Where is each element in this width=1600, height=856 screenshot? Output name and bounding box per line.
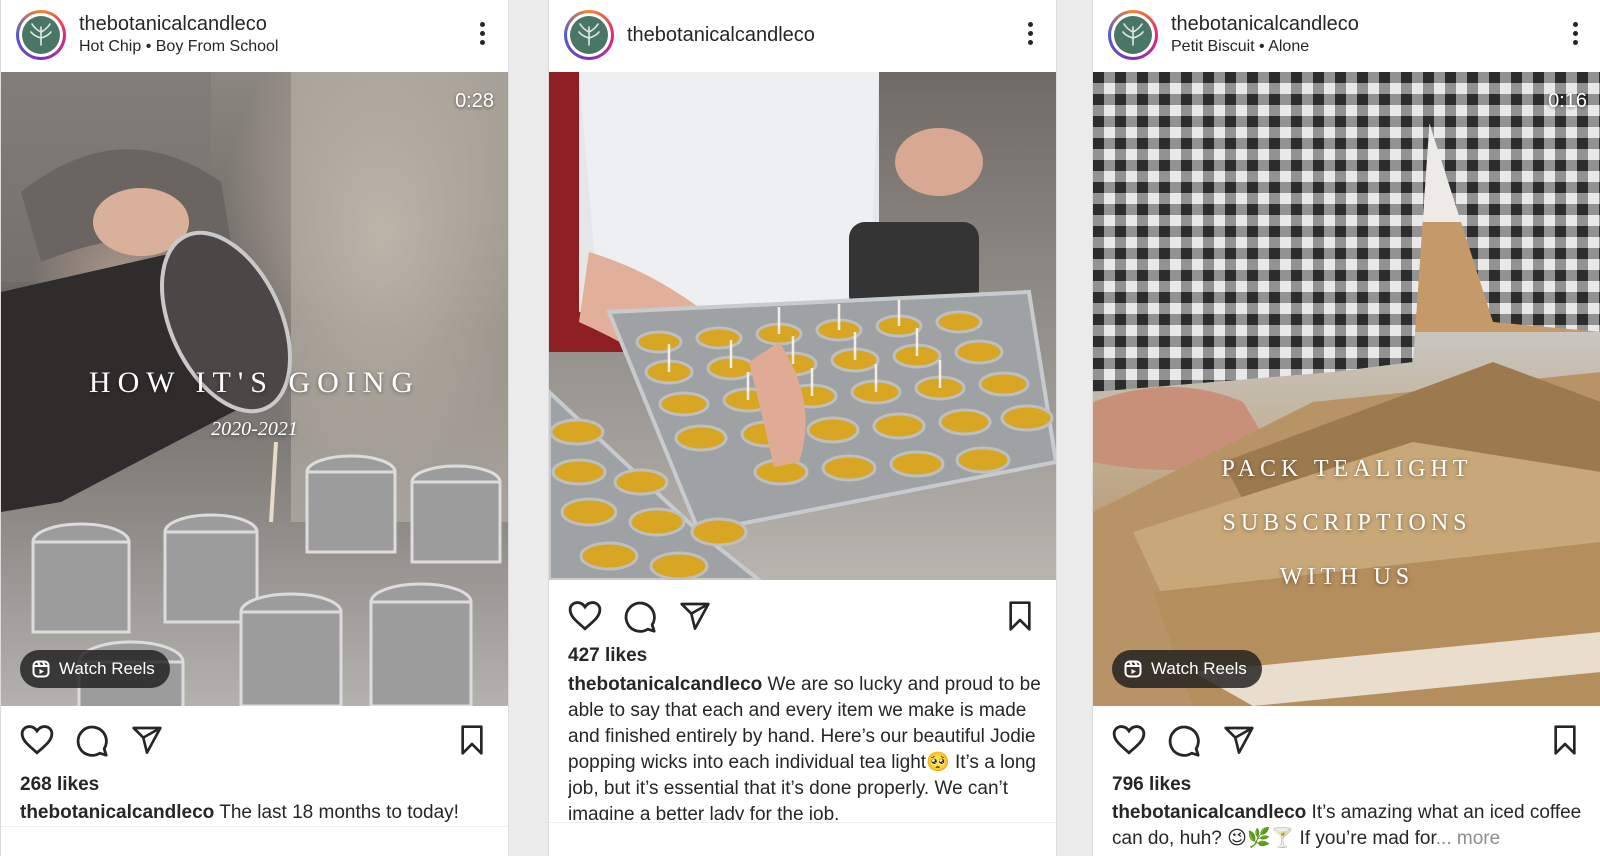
audio-track[interactable]: Hot Chip • Boy From School bbox=[79, 38, 278, 56]
watch-reels-button[interactable]: Watch Reels bbox=[20, 650, 170, 688]
caption-text: We are so lucky and proud to be able to … bbox=[568, 674, 1041, 820]
heart-icon[interactable] bbox=[1112, 724, 1146, 756]
scene-illustration bbox=[549, 72, 1056, 580]
avatar[interactable] bbox=[16, 10, 66, 60]
share-icon[interactable] bbox=[1223, 724, 1255, 756]
reel-post-3: thebotanicalcandleco Petit Biscuit • Alo… bbox=[1092, 0, 1600, 856]
caption-username[interactable]: thebotanicalcandleco bbox=[1112, 802, 1306, 823]
heart-icon[interactable] bbox=[568, 600, 602, 632]
overlay-title-line-1: PACK TEALIGHT bbox=[1221, 456, 1473, 482]
more-options-icon[interactable] bbox=[1024, 22, 1036, 48]
divider bbox=[1, 826, 508, 827]
divider bbox=[549, 822, 1056, 823]
leaf-logo-icon bbox=[1122, 23, 1144, 46]
reels-icon bbox=[1124, 660, 1142, 678]
comment-icon[interactable] bbox=[1167, 724, 1201, 758]
caption: thebotanicalcandleco It’s amazing what a… bbox=[1112, 800, 1589, 852]
bookmark-icon[interactable] bbox=[1006, 600, 1034, 632]
caption: thebotanicalcandleco We are so lucky and… bbox=[568, 672, 1044, 820]
comment-icon[interactable] bbox=[623, 600, 657, 634]
reel-video[interactable]: 0:28 HOW IT'S GOING 2020-2021 Watch Reel… bbox=[1, 72, 508, 706]
more-options-icon[interactable] bbox=[476, 22, 488, 48]
caption-username[interactable]: thebotanicalcandleco bbox=[568, 674, 762, 695]
heart-icon[interactable] bbox=[20, 724, 54, 756]
comment-icon[interactable] bbox=[75, 724, 109, 758]
leaf-logo-icon bbox=[578, 23, 600, 46]
watch-reels-button[interactable]: Watch Reels bbox=[1112, 650, 1262, 688]
bookmark-icon[interactable] bbox=[458, 724, 486, 756]
likes-count[interactable]: 796 likes bbox=[1112, 774, 1191, 796]
overlay-title-line-2: SUBSCRIPTIONS bbox=[1222, 510, 1472, 536]
reel-post-1: thebotanicalcandleco Hot Chip • Boy From… bbox=[0, 0, 509, 856]
caption-text: The last 18 months to today! bbox=[214, 802, 459, 823]
share-icon[interactable] bbox=[679, 600, 711, 632]
reel-video[interactable]: 0:16 PACK TEALIGHT SUBSCRIPTIONS WITH US… bbox=[1093, 72, 1600, 706]
watch-reels-label: Watch Reels bbox=[59, 659, 155, 678]
action-bar bbox=[549, 590, 1056, 642]
post-header: thebotanicalcandleco bbox=[549, 0, 1056, 72]
username[interactable]: thebotanicalcandleco bbox=[79, 13, 267, 36]
audio-track[interactable]: Petit Biscuit • Alone bbox=[1171, 38, 1309, 56]
photo-post-2: thebotanicalcandleco 427 likes thebotani… bbox=[548, 0, 1057, 856]
caption-more-link[interactable]: ... more bbox=[1436, 828, 1500, 849]
likes-count[interactable]: 427 likes bbox=[568, 645, 647, 667]
leaf-logo-icon bbox=[30, 23, 52, 46]
avatar[interactable] bbox=[564, 10, 614, 60]
overlay-title: HOW IT'S GOING bbox=[88, 366, 421, 399]
share-icon[interactable] bbox=[131, 724, 163, 756]
likes-count[interactable]: 268 likes bbox=[20, 774, 99, 796]
caption: thebotanicalcandleco The last 18 months … bbox=[20, 800, 496, 826]
action-bar bbox=[1093, 714, 1600, 766]
avatar[interactable] bbox=[1108, 10, 1158, 60]
username[interactable]: thebotanicalcandleco bbox=[627, 24, 815, 47]
bookmark-icon[interactable] bbox=[1551, 724, 1579, 756]
username[interactable]: thebotanicalcandleco bbox=[1171, 13, 1359, 36]
post-header: thebotanicalcandleco Petit Biscuit • Alo… bbox=[1093, 0, 1600, 72]
watch-reels-label: Watch Reels bbox=[1151, 659, 1247, 678]
scene-illustration bbox=[1093, 72, 1600, 706]
caption-username[interactable]: thebotanicalcandleco bbox=[20, 802, 214, 823]
overlay-subtitle: 2020-2021 bbox=[211, 418, 298, 440]
more-options-icon[interactable] bbox=[1569, 22, 1581, 48]
action-bar bbox=[1, 714, 508, 766]
video-duration: 0:16 bbox=[1548, 90, 1587, 112]
video-duration: 0:28 bbox=[455, 90, 494, 112]
reels-icon bbox=[32, 660, 50, 678]
overlay-title-line-3: WITH US bbox=[1279, 564, 1415, 590]
post-image[interactable] bbox=[549, 72, 1056, 580]
post-header: thebotanicalcandleco Hot Chip • Boy From… bbox=[1, 0, 508, 72]
